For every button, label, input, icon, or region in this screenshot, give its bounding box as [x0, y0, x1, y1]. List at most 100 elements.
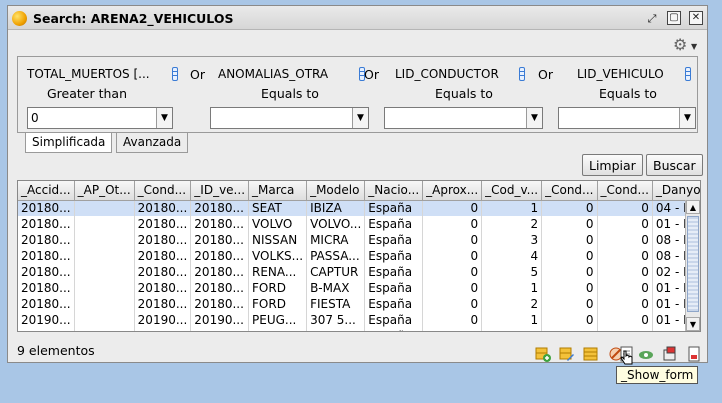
table-cell[interactable]: 20180... [190, 248, 250, 264]
table-cell[interactable]: 20180... [18, 280, 75, 296]
table-cell[interactable]: 20180... [134, 216, 192, 232]
table-cell[interactable]: B-MAX [306, 280, 366, 296]
table-cell[interactable]: IBIZA [306, 200, 366, 216]
add-record-icon[interactable] [535, 346, 551, 362]
table-cell[interactable]: 20180... [134, 264, 192, 280]
chevron-down-icon[interactable]: ▼ [679, 108, 695, 128]
table-cell[interactable]: 0 [422, 280, 483, 296]
table-cell[interactable]: 2 [481, 296, 543, 312]
table-cell[interactable] [74, 232, 135, 248]
table-cell[interactable]: 0 [597, 264, 653, 280]
zoom-to-icon[interactable] [638, 346, 654, 362]
report-icon[interactable] [686, 346, 702, 362]
table-cell[interactable]: 20180... [190, 264, 250, 280]
column-header[interactable]: _Cond... [134, 181, 192, 201]
chevron-down-icon[interactable]: ▼ [156, 108, 172, 128]
export-icon[interactable] [662, 346, 678, 362]
edit-records-icon[interactable] [559, 346, 575, 362]
minimize-icon[interactable]: ▢ [667, 11, 681, 25]
table-cell[interactable]: 20180... [190, 232, 250, 248]
table-cell[interactable]: 0 [597, 216, 653, 232]
table-cell[interactable]: 20180... [18, 200, 75, 216]
filter-value-combo[interactable]: ▼ [384, 107, 543, 129]
tab-simplificada[interactable]: Simplificada [25, 133, 113, 153]
table-cell[interactable]: 20190... [190, 312, 250, 328]
field-info-icon[interactable] [685, 67, 691, 81]
table-cell[interactable]: VOLVO [248, 216, 308, 232]
table-cell[interactable]: VOLKS... [248, 248, 308, 264]
table-cell[interactable]: NISSAN [248, 232, 308, 248]
column-header[interactable]: _ID_ve... [190, 181, 250, 201]
filter-value-combo[interactable]: 0 ▼ [27, 107, 173, 129]
column-header[interactable]: _Nacio... [364, 181, 424, 201]
table-cell[interactable]: 0 [422, 312, 483, 328]
column-header[interactable]: _Modelo [306, 181, 366, 201]
column-header[interactable]: _Cond... [541, 181, 598, 201]
table-cell[interactable]: 0 [541, 296, 598, 312]
filter-operator[interactable]: Equals to [210, 86, 370, 101]
table-cell[interactable]: España [364, 216, 424, 232]
table-cell[interactable]: España [364, 264, 424, 280]
column-header[interactable]: _Cod_v... [481, 181, 543, 201]
column-header[interactable]: _AP_Ot... [74, 181, 135, 201]
table-row[interactable]: 20190... 20190... 20190... PEUG... 307 5... E… [18, 312, 700, 328]
table-cell[interactable]: 0 [422, 232, 483, 248]
table-cell[interactable]: 0 [597, 296, 653, 312]
table-cell[interactable]: 2 [481, 216, 543, 232]
table-cell[interactable]: 20180... [18, 296, 75, 312]
gear-icon[interactable]: ⚙ [673, 37, 687, 53]
filter-value[interactable]: 0 [31, 111, 39, 125]
scroll-down-icon[interactable]: ▼ [686, 317, 700, 331]
table-cell[interactable]: 20180... [134, 232, 192, 248]
table-cell[interactable]: 20180... [134, 280, 192, 296]
table-row[interactable]: 20180... 20180... 20180... FORD FIESTA España… [18, 296, 700, 312]
filter-value-combo[interactable]: ▼ [558, 107, 696, 129]
table-cell[interactable]: RENA... [248, 264, 308, 280]
table-cell[interactable]: 0 [422, 200, 483, 216]
column-header[interactable]: _Accid... [18, 181, 75, 201]
table-cell[interactable]: 20190... [18, 312, 75, 328]
table-cell[interactable]: 0 [422, 296, 483, 312]
table-cell[interactable]: 0 [422, 264, 483, 280]
table-cell[interactable] [74, 312, 135, 328]
chevron-down-icon[interactable]: ▼ [691, 42, 697, 51]
table-row[interactable]: 20190...20190...20190...S.Y.M.SYMP...Esp… [18, 328, 700, 331]
table-cell[interactable]: PEUG... [248, 312, 308, 328]
table-cell[interactable]: España [364, 312, 424, 328]
table-cell[interactable]: 0 [541, 216, 598, 232]
restore-icon[interactable]: ⤢ [645, 11, 659, 25]
table-cell[interactable]: 0 [541, 328, 598, 331]
table-cell[interactable]: 20180... [190, 216, 250, 232]
table-cell[interactable]: 0 [597, 280, 653, 296]
field-info-icon[interactable] [172, 67, 178, 81]
table-row[interactable]: 20180... 20180... 20180... VOLVO VOLVO... Esp… [18, 216, 700, 232]
table-cell[interactable]: 20190... [190, 328, 250, 331]
table-row[interactable]: 20180... 20180... 20180... VOLKS... PASSA...… [18, 248, 700, 264]
table-cell[interactable]: 20180... [190, 280, 250, 296]
table-cell[interactable]: VOLVO... [306, 216, 366, 232]
table-cell[interactable]: 20180... [134, 200, 192, 216]
table-cell[interactable]: 0 [597, 232, 653, 248]
filter-operator[interactable]: Greater than [27, 86, 147, 101]
filter-operator[interactable]: Equals to [558, 86, 698, 101]
clear-button[interactable]: Limpiar [582, 154, 643, 176]
table-cell[interactable]: 0 [422, 328, 483, 331]
table-cell[interactable]: SYMP... [306, 328, 366, 331]
filter-value-combo[interactable]: ▼ [210, 107, 369, 129]
table-cell[interactable]: 0 [541, 200, 598, 216]
table-cell[interactable]: 0 [422, 216, 483, 232]
table-cell[interactable]: PASSA... [306, 248, 366, 264]
table-cell[interactable]: 20190... [18, 328, 75, 331]
table-cell[interactable]: 20190... [134, 328, 192, 331]
table-cell[interactable]: España [364, 232, 424, 248]
column-header[interactable]: _Aprox... [422, 181, 483, 201]
table-cell[interactable]: 0 [597, 200, 653, 216]
table-cell[interactable]: 0 [597, 248, 653, 264]
table-cell[interactable]: FORD [248, 280, 308, 296]
table-row[interactable]: 20180... 20180... 20180... NISSAN MICRA Españ… [18, 232, 700, 248]
table-cell[interactable]: FIESTA [306, 296, 366, 312]
table-records-icon[interactable] [583, 346, 599, 362]
table-cell[interactable]: 0 [422, 248, 483, 264]
filter-operator[interactable]: Equals to [384, 86, 544, 101]
results-grid[interactable]: _Accid... _AP_Ot... _Cond... _ID_ve... _… [17, 180, 701, 332]
